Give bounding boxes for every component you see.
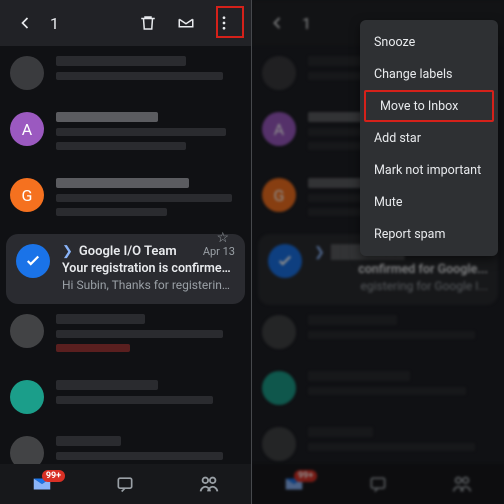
avatar: A	[10, 112, 44, 146]
toolbar: 1	[0, 0, 251, 46]
nav-mail[interactable]: 99+	[22, 464, 62, 504]
menu-item-snooze[interactable]: Snooze	[360, 26, 498, 58]
sender-name: Google I/O Team	[79, 244, 197, 259]
nav-chat[interactable]	[358, 464, 398, 504]
star-icon[interactable]: ☆	[216, 230, 229, 246]
list-item[interactable]	[252, 417, 504, 464]
email-subject: Your registration is confirmed for Googl…	[62, 261, 235, 276]
bottom-nav: 99+	[0, 464, 251, 504]
avatar: A	[262, 112, 296, 146]
list-item[interactable]: G	[0, 168, 251, 234]
list-item[interactable]: A	[0, 102, 251, 168]
overflow-menu: SnoozeChange labelsMove to InboxAdd star…	[360, 20, 498, 256]
overflow-button[interactable]	[207, 6, 241, 40]
nav-badge: 99+	[42, 470, 65, 482]
nav-spaces[interactable]	[442, 464, 482, 504]
important-marker: ❯	[62, 244, 73, 259]
bottom-nav: 99+	[252, 464, 504, 504]
avatar: G	[262, 178, 296, 212]
email-snippet: Hi Subin, Thanks for registering for Goo…	[62, 278, 235, 292]
selected-check-avatar	[16, 244, 50, 278]
menu-item-mute[interactable]: Mute	[360, 186, 498, 218]
phone-right: 1 A G ❯████████ confirmed for	[252, 0, 504, 504]
delete-button[interactable]	[131, 6, 165, 40]
email-snippet-tail: egistering for Google I...	[314, 279, 488, 293]
list-item[interactable]	[0, 46, 251, 102]
nav-mail[interactable]: 99+	[274, 464, 314, 504]
list-item[interactable]	[0, 304, 251, 370]
mark-unread-button[interactable]	[169, 6, 203, 40]
list-item-selected[interactable]: ❯ Google I/O Team Apr 13 Your registrati…	[6, 234, 245, 304]
selection-count: 1	[50, 14, 59, 33]
nav-badge: 99+	[294, 470, 317, 482]
back-button[interactable]	[8, 6, 42, 40]
list-item[interactable]	[0, 426, 251, 464]
selected-check-avatar	[268, 244, 302, 278]
selection-count: 1	[302, 14, 311, 33]
menu-item-move-to-inbox[interactable]: Move to Inbox	[364, 90, 494, 122]
menu-item-change-labels[interactable]: Change labels	[360, 58, 498, 90]
avatar: G	[10, 178, 44, 212]
list-item[interactable]	[252, 305, 504, 361]
email-date: Apr 13	[203, 245, 235, 258]
menu-item-add-star[interactable]: Add star	[360, 122, 498, 154]
phone-left: 1 A G	[0, 0, 252, 504]
menu-item-mark-not-important[interactable]: Mark not important	[360, 154, 498, 186]
back-button[interactable]	[260, 6, 294, 40]
list-item[interactable]	[252, 361, 504, 417]
email-list: A G ❯ Google I/O Team Apr 13 Your regis	[0, 46, 251, 464]
nav-chat[interactable]	[105, 464, 145, 504]
list-item[interactable]	[0, 370, 251, 426]
menu-item-report-spam[interactable]: Report spam	[360, 218, 498, 250]
nav-spaces[interactable]	[189, 464, 229, 504]
email-subject-tail: confirmed for Google...	[314, 262, 488, 277]
